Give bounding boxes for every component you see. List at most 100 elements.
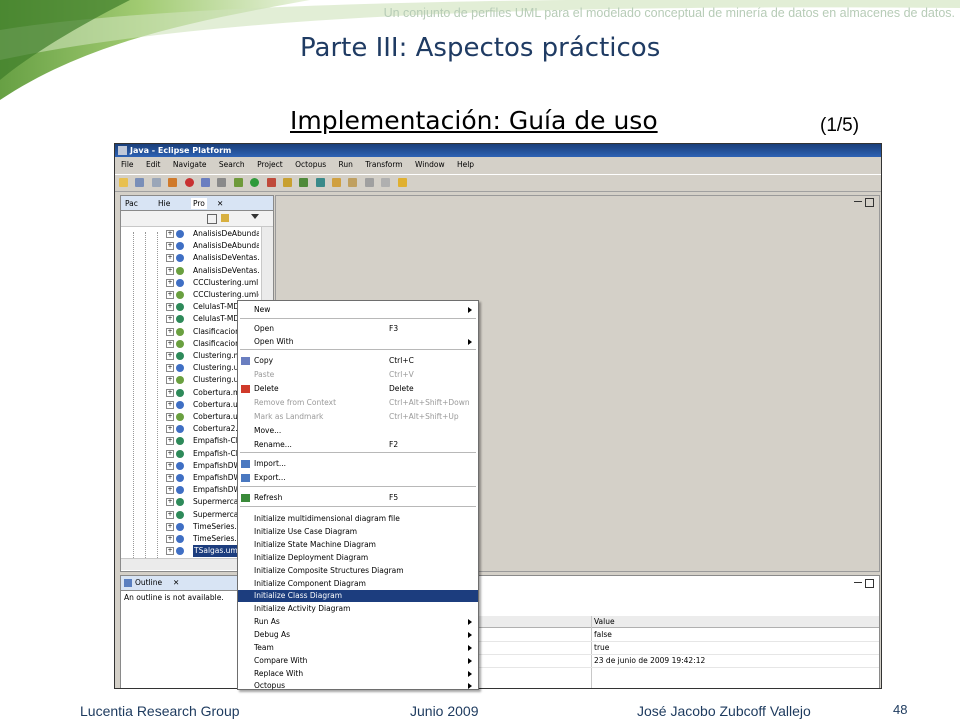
expand-icon[interactable]: + <box>166 339 174 348</box>
menu-item-team[interactable]: Team <box>238 642 478 654</box>
expand-icon[interactable]: + <box>166 400 174 409</box>
menu-item-export[interactable]: Export... <box>238 472 478 484</box>
tab-package[interactable]: Pac <box>125 198 138 209</box>
new-class-icon[interactable] <box>299 178 309 187</box>
stop-icon[interactable] <box>184 178 194 187</box>
expand-icon[interactable]: + <box>166 522 174 531</box>
expand-icon[interactable]: + <box>166 303 174 312</box>
expand-icon[interactable]: + <box>166 376 174 385</box>
expand-icon[interactable]: + <box>166 449 174 458</box>
menu-item-debug-as[interactable]: Debug As <box>238 629 478 641</box>
expand-icon[interactable]: + <box>166 461 174 470</box>
expand-icon[interactable]: + <box>166 486 174 495</box>
menu-item-label: Import... <box>254 459 287 468</box>
save-icon[interactable] <box>135 178 145 187</box>
menu-item-initialize-use-case-diagram[interactable]: Initialize Use Case Diagram <box>238 526 478 538</box>
expand-icon[interactable]: + <box>166 437 174 446</box>
expand-icon[interactable]: + <box>166 278 174 287</box>
new-package-icon[interactable] <box>282 178 292 187</box>
menu-item-new[interactable]: New <box>238 304 478 316</box>
menu-project[interactable]: Project <box>257 160 283 169</box>
expand-icon[interactable]: + <box>166 474 174 482</box>
expand-icon[interactable]: + <box>166 547 174 556</box>
expand-icon[interactable]: + <box>166 242 174 251</box>
run-icon[interactable] <box>250 178 260 187</box>
menu-item-initialize-deployment-diagram[interactable]: Initialize Deployment Diagram <box>238 552 478 564</box>
menu-item-initialize-composite-structures-diagram[interactable]: Initialize Composite Structures Diagram <box>238 565 478 577</box>
menu-item-open[interactable]: Open F3 <box>238 323 478 335</box>
expand-icon[interactable]: + <box>166 266 174 275</box>
uml-icon[interactable] <box>200 178 210 187</box>
external-tools-icon[interactable] <box>266 178 276 187</box>
expand-icon[interactable]: + <box>166 291 174 299</box>
maximize-icon[interactable] <box>865 579 874 588</box>
menu-edit[interactable]: Edit <box>146 160 161 169</box>
minimize-icon[interactable] <box>854 198 862 202</box>
menu-item-initialize-class-diagram[interactable]: Initialize Class Diagram <box>238 590 478 602</box>
expand-icon[interactable]: + <box>166 364 174 373</box>
menu-item-initialize-component-diagram[interactable]: Initialize Component Diagram <box>238 578 478 590</box>
menu-item-import[interactable]: Import... <box>238 458 478 470</box>
menu-bar: File Edit Navigate Search Project Octopu… <box>115 158 881 172</box>
debug-icon[interactable] <box>233 178 243 187</box>
expand-icon[interactable]: + <box>166 498 174 507</box>
menu-item-compare-with[interactable]: Compare With <box>238 655 478 667</box>
expand-icon[interactable]: + <box>166 254 174 263</box>
menu-item-delete[interactable]: Delete Delete <box>238 383 478 395</box>
search-icon[interactable] <box>348 178 358 187</box>
menu-transform[interactable]: Transform <box>365 160 402 169</box>
menu-item-octopus[interactable]: Octopus <box>238 680 478 692</box>
octopus-icon[interactable] <box>168 178 178 187</box>
tab-project[interactable]: Pro <box>191 198 207 209</box>
tree-item[interactable]: + CCClustering.uml <box>121 277 261 289</box>
back-icon[interactable] <box>381 178 391 187</box>
expand-icon[interactable]: + <box>166 315 174 324</box>
expand-icon[interactable]: + <box>166 327 174 336</box>
menu-item-rename[interactable]: Rename... F2 <box>238 439 478 451</box>
terminal-icon[interactable] <box>217 178 227 187</box>
tree-item[interactable]: + AnalisisDeVentas.u <box>121 265 261 277</box>
tab-outline[interactable]: Outline <box>135 576 162 590</box>
menu-navigate[interactable]: Navigate <box>173 160 207 169</box>
open-type-icon[interactable] <box>332 178 342 187</box>
menu-item-run-as[interactable]: Run As <box>238 616 478 628</box>
tree-item[interactable]: + AnalisisDeAbundan <box>121 228 261 240</box>
tree-item[interactable]: + AnalisisDeVentas.u <box>121 252 261 264</box>
expand-icon[interactable]: + <box>166 388 174 397</box>
menu-item-label: Initialize Composite Structures Diagram <box>254 566 404 575</box>
menu-search[interactable]: Search <box>219 160 245 169</box>
menu-item-open-with[interactable]: Open With <box>238 336 478 348</box>
menu-item-refresh[interactable]: Refresh F5 <box>238 492 478 504</box>
expand-icon[interactable]: + <box>166 535 174 543</box>
new-interface-icon[interactable] <box>315 178 325 187</box>
forward-icon[interactable] <box>397 178 407 187</box>
close-icon[interactable]: ✕ <box>173 576 179 590</box>
expand-icon[interactable]: + <box>166 425 174 434</box>
expand-icon[interactable]: + <box>166 413 174 421</box>
minimize-icon[interactable] <box>854 579 862 583</box>
menu-file[interactable]: File <box>121 160 134 169</box>
view-menu-icon[interactable] <box>251 214 259 219</box>
menu-help[interactable]: Help <box>457 160 474 169</box>
annotation-icon[interactable] <box>364 178 374 187</box>
menu-octopus[interactable]: Octopus <box>295 160 326 169</box>
menu-item-replace-with[interactable]: Replace With <box>238 668 478 680</box>
expand-icon[interactable]: + <box>166 510 174 519</box>
close-icon[interactable]: ✕ <box>217 198 223 209</box>
tree-item[interactable]: + AnalisisDeAbundan <box>121 240 261 252</box>
maximize-icon[interactable] <box>865 198 874 207</box>
collapse-all-icon[interactable] <box>207 214 217 224</box>
expand-icon[interactable]: + <box>166 230 174 238</box>
menu-run[interactable]: Run <box>339 160 353 169</box>
menu-item-initialize-state-machine-diagram[interactable]: Initialize State Machine Diagram <box>238 539 478 551</box>
expand-icon[interactable]: + <box>166 352 174 360</box>
tab-hierarchy[interactable]: Hie <box>158 198 170 209</box>
print-icon[interactable] <box>151 178 161 187</box>
menu-window[interactable]: Window <box>415 160 445 169</box>
menu-item-initialize-multidimensional-diagram-file[interactable]: Initialize multidimensional diagram file <box>238 513 478 525</box>
menu-item-copy[interactable]: Copy Ctrl+C <box>238 355 478 367</box>
menu-item-initialize-activity-diagram[interactable]: Initialize Activity Diagram <box>238 603 478 615</box>
new-icon[interactable] <box>119 178 128 187</box>
menu-item-move[interactable]: Move... <box>238 425 478 437</box>
link-icon[interactable] <box>221 214 229 222</box>
